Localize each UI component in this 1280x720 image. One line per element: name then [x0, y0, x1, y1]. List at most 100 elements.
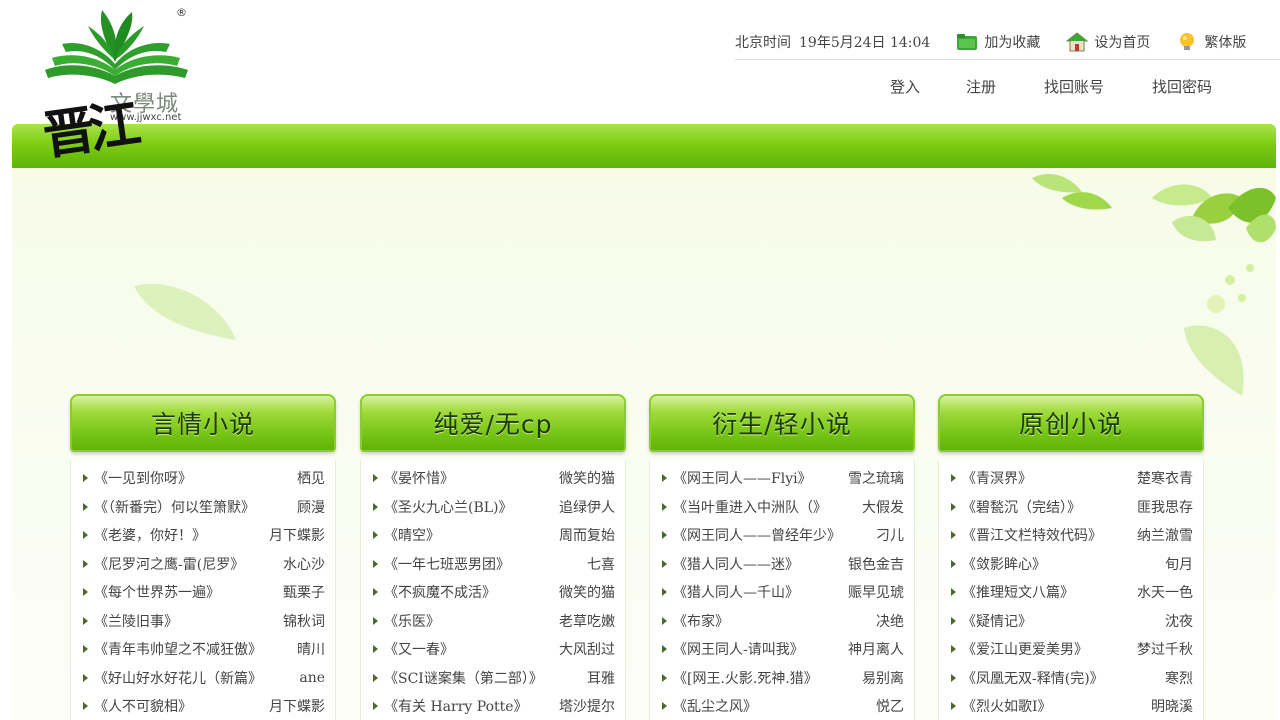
list-item[interactable]: 《疑情记》 沈夜	[949, 607, 1193, 636]
book-title[interactable]: 《兰陵旧事》	[94, 611, 275, 631]
book-author[interactable]: 赈早见琥	[848, 582, 904, 602]
list-item[interactable]: 《推理短文八篇》 水天一色	[949, 578, 1193, 607]
book-author[interactable]: 七喜	[587, 554, 615, 574]
book-author[interactable]: 楚寒衣青	[1137, 468, 1193, 488]
list-item[interactable]: 《布家》 决绝	[660, 607, 904, 636]
list-item[interactable]: 《当叶重进入中洲队（》 大假发	[660, 493, 904, 522]
list-item[interactable]: 《晴空》 周而复始	[371, 521, 615, 550]
book-title[interactable]: 《（新番完）何以笙箫默》	[94, 497, 289, 517]
book-title[interactable]: 《有关 Harry Potte》	[384, 696, 551, 716]
recover-password-link[interactable]: 找回密码	[1152, 76, 1212, 97]
book-author[interactable]: 老草吃嫩	[559, 611, 615, 631]
book-title[interactable]: 《每个世界苏一遍》	[94, 582, 275, 602]
book-title[interactable]: 《猎人同人—千山》	[673, 582, 840, 602]
list-item[interactable]: 《有关 Harry Potte》 塔沙提尔	[371, 692, 615, 720]
list-item[interactable]: 《乱尘之风》 悦乙	[660, 692, 904, 720]
book-title[interactable]: 《尼罗河之鹰-雷(尼罗》	[94, 554, 275, 574]
book-author[interactable]: 甄栗子	[283, 582, 325, 602]
book-author[interactable]: 旬月	[1165, 554, 1193, 574]
book-author[interactable]: 顾漫	[297, 497, 325, 517]
list-item[interactable]: 《烈火如歌I》 明晓溪	[949, 692, 1193, 720]
list-item[interactable]: 《敛影眸心》 旬月	[949, 550, 1193, 579]
recover-account-link[interactable]: 找回账号	[1044, 76, 1104, 97]
book-title[interactable]: 《乱尘之风》	[673, 696, 868, 716]
book-author[interactable]: 寒烈	[1165, 668, 1193, 688]
book-author[interactable]: 刁儿	[876, 525, 904, 545]
list-item[interactable]: 《网王同人——Flyi》 雪之琉璃	[660, 464, 904, 493]
list-item[interactable]: 《爱江山更爱美男》 梦过千秋	[949, 635, 1193, 664]
add-favorite-button[interactable]: 加为收藏	[956, 31, 1040, 53]
book-author[interactable]: 神月离人	[848, 639, 904, 659]
book-author[interactable]: 悦乙	[876, 696, 904, 716]
list-item[interactable]: 《老婆，你好！》 月下蝶影	[81, 521, 325, 550]
book-author[interactable]: 微笑的猫	[559, 468, 615, 488]
book-title[interactable]: 《推理短文八篇》	[962, 582, 1129, 602]
list-item[interactable]: 《[网王.火影.死神.猎》 易别离	[660, 664, 904, 693]
list-item[interactable]: 《（新番完）何以笙箫默》 顾漫	[81, 493, 325, 522]
book-author[interactable]: 晴川	[297, 639, 325, 659]
book-title[interactable]: 《当叶重进入中洲队（》	[673, 497, 854, 517]
book-title[interactable]: 《人不可貌相》	[94, 696, 261, 716]
list-item[interactable]: 《不疯魔不成活》 微笑的猫	[371, 578, 615, 607]
category-header[interactable]: 原创小说	[938, 394, 1204, 452]
list-item[interactable]: 《尼罗河之鹰-雷(尼罗》 水心沙	[81, 550, 325, 579]
list-item[interactable]: 《猎人同人——迷》 银色金吉	[660, 550, 904, 579]
book-title[interactable]: 《网王同人-请叫我》	[673, 639, 840, 659]
book-title[interactable]: 《不疯魔不成活》	[384, 582, 551, 602]
book-author[interactable]: 决绝	[876, 611, 904, 631]
book-title[interactable]: 《晋江文栏特效代码》	[962, 525, 1129, 545]
book-title[interactable]: 《好山好水好花儿（新篇》	[94, 668, 291, 688]
book-author[interactable]: 纳兰澈雪	[1137, 525, 1193, 545]
list-item[interactable]: 《猎人同人—千山》 赈早见琥	[660, 578, 904, 607]
book-author[interactable]: 大假发	[862, 497, 904, 517]
book-title[interactable]: 《烈火如歌I》	[962, 696, 1143, 716]
list-item[interactable]: 《每个世界苏一遍》 甄栗子	[81, 578, 325, 607]
list-item[interactable]: 《青年韦帅望之不减狂傲》 晴川	[81, 635, 325, 664]
list-item[interactable]: 《晋江文栏特效代码》 纳兰澈雪	[949, 521, 1193, 550]
book-author[interactable]: 追绿伊人	[559, 497, 615, 517]
category-header[interactable]: 衍生/轻小说	[649, 394, 915, 452]
book-title[interactable]: 《乐医》	[384, 611, 551, 631]
book-title[interactable]: 《晴空》	[384, 525, 551, 545]
book-author[interactable]: 易别离	[862, 668, 904, 688]
book-author[interactable]: 月下蝶影	[269, 525, 325, 545]
book-title[interactable]: 《疑情记》	[962, 611, 1157, 631]
book-title[interactable]: 《一见到你呀》	[94, 468, 289, 488]
book-title[interactable]: 《敛影眸心》	[962, 554, 1157, 574]
list-item[interactable]: 《凤凰无双-释情(完)》 寒烈	[949, 664, 1193, 693]
book-author[interactable]: 耳雅	[587, 668, 615, 688]
book-author[interactable]: 微笑的猫	[559, 582, 615, 602]
book-author[interactable]: 锦秋词	[283, 611, 325, 631]
site-logo[interactable]: ® 文學城 www.jjwxc.net 晋江	[39, 4, 200, 167]
book-author[interactable]: ane	[299, 670, 325, 686]
book-author[interactable]: 周而复始	[559, 525, 615, 545]
book-author[interactable]: 栖见	[297, 468, 325, 488]
book-title[interactable]: 《晏怀惜》	[384, 468, 551, 488]
list-item[interactable]: 《乐医》 老草吃嫩	[371, 607, 615, 636]
book-author[interactable]: 梦过千秋	[1137, 639, 1193, 659]
category-header[interactable]: 纯爱/无cp	[360, 394, 626, 452]
login-link[interactable]: 登入	[890, 76, 920, 97]
book-title[interactable]: 《凤凰无双-释情(完)》	[962, 668, 1157, 688]
book-author[interactable]: 银色金吉	[848, 554, 904, 574]
list-item[interactable]: 《好山好水好花儿（新篇》 ane	[81, 664, 325, 693]
book-author[interactable]: 月下蝶影	[269, 696, 325, 716]
book-title[interactable]: 《碧甃沉（完结）》	[962, 497, 1129, 517]
list-item[interactable]: 《人不可貌相》 月下蝶影	[81, 692, 325, 720]
list-item[interactable]: 《一年七班恶男团》 七喜	[371, 550, 615, 579]
book-author[interactable]: 大风刮过	[559, 639, 615, 659]
list-item[interactable]: 《SCI谜案集（第二部）》 耳雅	[371, 664, 615, 693]
book-author[interactable]: 雪之琉璃	[848, 468, 904, 488]
book-author[interactable]: 水心沙	[283, 554, 325, 574]
traditional-chinese-button[interactable]: 繁体版	[1176, 31, 1246, 53]
category-header[interactable]: 言情小说	[70, 394, 336, 452]
book-title[interactable]: 《SCI谜案集（第二部）》	[384, 668, 579, 688]
book-title[interactable]: 《青溟界》	[962, 468, 1129, 488]
list-item[interactable]: 《兰陵旧事》 锦秋词	[81, 607, 325, 636]
book-title[interactable]: 《老婆，你好！》	[94, 525, 261, 545]
list-item[interactable]: 《圣火九心兰(BL)》 追绿伊人	[371, 493, 615, 522]
book-author[interactable]: 塔沙提尔	[559, 696, 615, 716]
book-title[interactable]: 《网王同人——Flyi》	[673, 468, 840, 488]
list-item[interactable]: 《一见到你呀》 栖见	[81, 464, 325, 493]
list-item[interactable]: 《又一春》 大风刮过	[371, 635, 615, 664]
